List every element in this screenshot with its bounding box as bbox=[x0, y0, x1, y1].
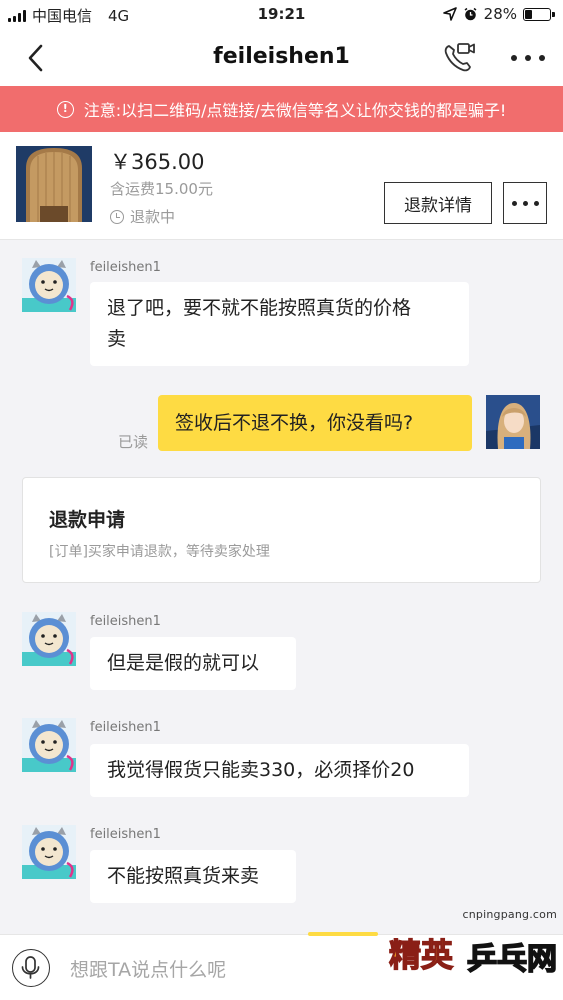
battery-percent: 28% bbox=[483, 5, 517, 23]
sender-name: feileishen1 bbox=[90, 827, 161, 842]
message-bubble[interactable]: 但是是假的就可以 bbox=[90, 637, 296, 690]
refund-details-button[interactable]: 退款详情 bbox=[384, 182, 492, 224]
chat-header: feileishen1 bbox=[0, 30, 563, 86]
order-status-label: 退款中 bbox=[130, 208, 176, 226]
microphone-icon[interactable] bbox=[12, 949, 50, 987]
clock-icon bbox=[110, 209, 124, 224]
site-watermark: cnpingpang.com 精英 乒乓网 bbox=[388, 908, 559, 994]
message-bubble[interactable]: 不能按照真货来卖 bbox=[90, 850, 296, 903]
product-price: ￥365.00 bbox=[110, 150, 205, 174]
sender-name: feileishen1 bbox=[90, 614, 161, 629]
seller-avatar[interactable] bbox=[22, 825, 76, 879]
refund-request-card[interactable]: 退款申请 [订单]买家申请退款，等待卖家处理 bbox=[22, 477, 541, 583]
sender-name: feileishen1 bbox=[90, 720, 161, 735]
message-input[interactable]: 想跟TA说点什么呢 bbox=[70, 955, 226, 982]
watermark-logo-left: 精英 bbox=[388, 935, 454, 974]
seller-avatar[interactable] bbox=[22, 718, 76, 772]
shipping-fee: 含运费15.00元 bbox=[110, 180, 213, 198]
message-bubble[interactable]: 我觉得假货只能卖330，必须择价20 bbox=[90, 744, 469, 797]
location-arrow-icon bbox=[442, 7, 457, 21]
phone-video-icon[interactable] bbox=[441, 40, 477, 76]
scam-warning-banner: ! 注意:以扫二维码/点链接/去微信等名义让你交钱的都是骗子! bbox=[0, 86, 563, 132]
watermark-logo-right: 乒乓网 bbox=[466, 941, 558, 978]
product-thumbnail[interactable] bbox=[16, 146, 92, 222]
message-text-line: 退了吧，要不就不能按照真货的价格 bbox=[107, 297, 412, 319]
order-status: 退款中 bbox=[110, 206, 175, 227]
message-text-line: 卖 bbox=[107, 328, 127, 350]
seller-avatar[interactable] bbox=[22, 612, 76, 666]
battery-icon bbox=[523, 7, 555, 21]
refund-card-title: 退款申请 bbox=[49, 509, 126, 531]
my-message-bubble[interactable]: 签收后不退不换，你没看吗? bbox=[158, 395, 472, 451]
sender-name: feileishen1 bbox=[90, 260, 161, 275]
watermark-url: cnpingpang.com bbox=[462, 908, 557, 921]
read-receipt: 已读 bbox=[118, 433, 149, 451]
seller-avatar[interactable] bbox=[22, 258, 76, 312]
my-avatar[interactable] bbox=[486, 395, 540, 449]
more-options-icon[interactable] bbox=[511, 44, 545, 72]
message-bubble[interactable]: 退了吧，要不就不能按照真货的价格 卖 bbox=[90, 282, 469, 366]
partial-my-bubble bbox=[308, 932, 378, 936]
status-bar: 中国电信 4G 19:21 28% bbox=[0, 0, 563, 30]
info-icon: ! bbox=[56, 100, 74, 118]
warning-text: 注意:以扫二维码/点链接/去微信等名义让你交钱的都是骗子! bbox=[83, 101, 507, 120]
refund-card-desc: [订单]买家申请退款，等待卖家处理 bbox=[49, 544, 270, 560]
chat-title: feileishen1 bbox=[213, 44, 350, 69]
alarm-icon bbox=[464, 7, 477, 20]
order-more-button[interactable] bbox=[503, 182, 547, 224]
